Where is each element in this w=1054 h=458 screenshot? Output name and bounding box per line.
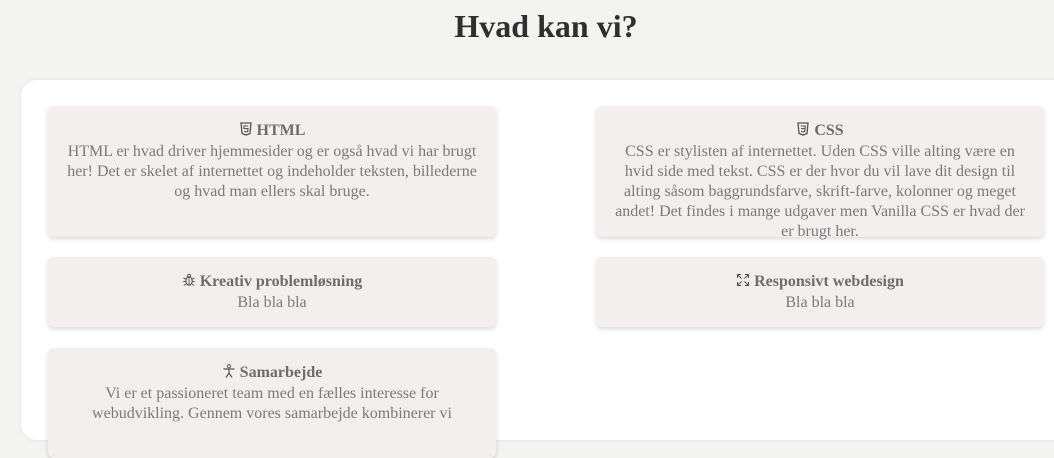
- skills-panel: HTML HTML er hvad driver hjemmesider og …: [21, 80, 1054, 458]
- skill-card-problem-solving: Kreativ problemløsning Bla bla bla: [48, 257, 496, 327]
- skill-card-text: Vi er et passioneret team med en fælles …: [92, 385, 452, 422]
- skill-card-text: HTML er hvad driver hjemmesider og er og…: [67, 143, 477, 200]
- skill-card-responsive: Responsivt webdesign Bla bla bla: [596, 257, 1044, 327]
- bug-icon: [182, 273, 196, 287]
- skill-card-title: Kreativ problemløsning: [199, 273, 363, 290]
- person-icon: [222, 364, 236, 378]
- skill-card-css: CSS CSS er stylisten af internettet. Ude…: [596, 106, 1044, 240]
- skill-card-title: Responsivt webdesign: [754, 273, 904, 290]
- skill-card-text: Bla bla bla: [237, 294, 307, 311]
- skill-card-text: Bla bla bla: [785, 294, 855, 311]
- page-title: Hvad kan vi?: [454, 8, 638, 44]
- skill-card-collaboration: Samarbejde Vi er et passioneret team med…: [48, 348, 496, 458]
- skill-card-html: HTML HTML er hvad driver hjemmesider og …: [48, 106, 496, 237]
- skill-card-title: Samarbejde: [239, 364, 323, 381]
- skill-card-title: CSS: [814, 122, 844, 139]
- expand-icon: [736, 273, 750, 287]
- css3-icon: [796, 122, 810, 136]
- skill-card-title: HTML: [256, 122, 306, 139]
- skill-card-text: CSS er stylisten af internettet. Uden CS…: [615, 143, 1025, 240]
- html5-icon: [239, 122, 253, 136]
